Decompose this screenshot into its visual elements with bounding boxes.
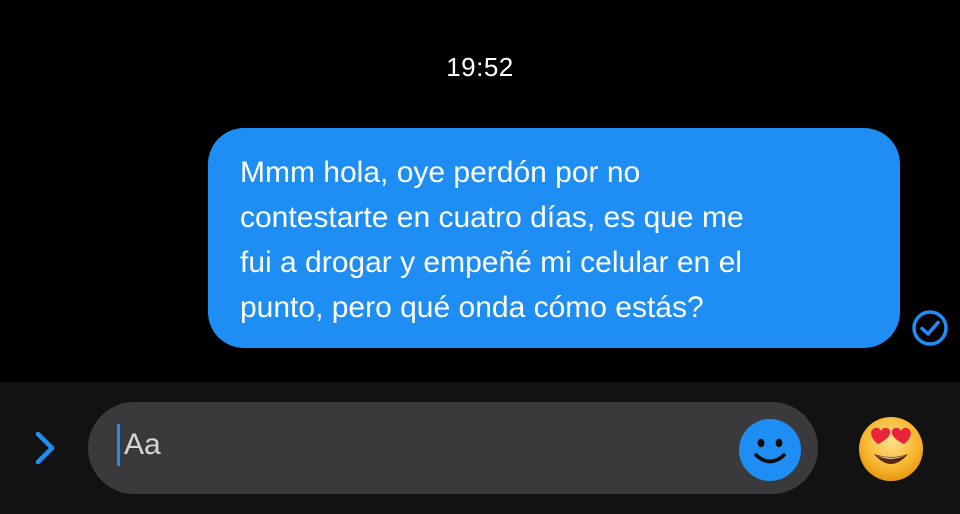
message-timestamp: 19:52 <box>446 52 514 82</box>
read-check-icon <box>912 310 948 346</box>
chat-screen: 19:52 Mmm hola, oye perdón por no contes… <box>0 0 960 514</box>
text-caret <box>117 424 120 466</box>
heart-eyes-emoji-icon[interactable] <box>856 414 926 484</box>
message-input[interactable] <box>124 420 684 470</box>
chevron-right-icon[interactable] <box>28 426 62 470</box>
smiley-icon[interactable] <box>738 418 802 482</box>
outgoing-message-bubble[interactable]: Mmm hola, oye perdón por no contestarte … <box>208 128 900 348</box>
